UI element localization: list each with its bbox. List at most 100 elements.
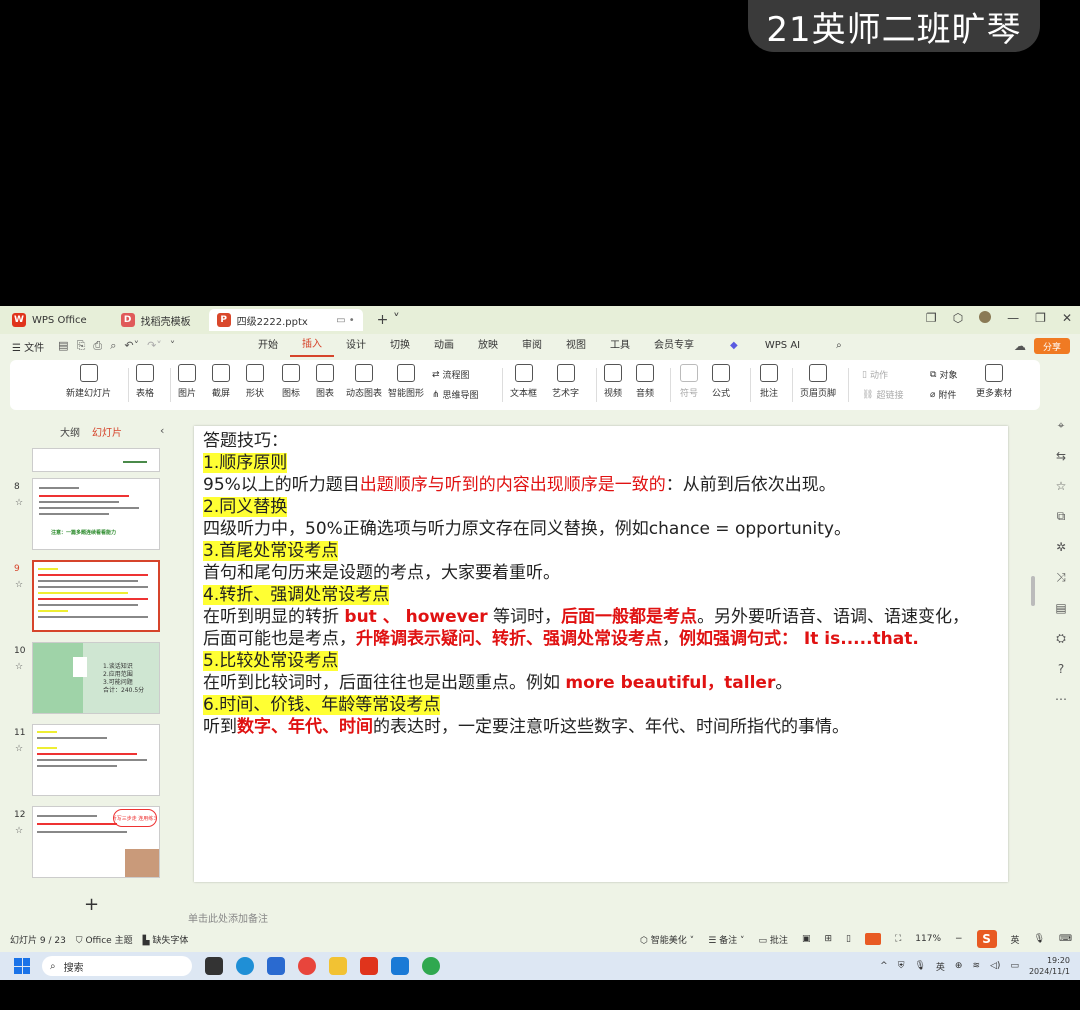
symbol-button[interactable]: 符号 <box>680 364 698 399</box>
reading-view-icon[interactable]: ▯ <box>846 934 851 944</box>
picture-button[interactable]: 图片 <box>178 364 196 399</box>
tab-docer[interactable]: D 找稻壳模板 <box>113 309 199 331</box>
battery-icon[interactable]: ▭ <box>1010 961 1019 971</box>
attachment-button[interactable]: ⌀ 附件 <box>930 388 956 402</box>
icon-button[interactable]: 图标 <box>282 364 300 399</box>
star-icon[interactable]: ☆ <box>15 744 23 754</box>
transition-icon[interactable]: ⤨ <box>1056 570 1066 585</box>
file-menu[interactable]: ☰ 文件 <box>12 339 44 354</box>
action-button[interactable]: ▯ 动作 <box>862 368 888 382</box>
tab-slides[interactable]: 幻灯片 <box>92 424 122 439</box>
normal-view-icon[interactable]: ▣ <box>802 934 811 944</box>
box-icon[interactable]: ⬡ <box>953 311 963 325</box>
add-slide-button[interactable]: + <box>84 894 99 915</box>
tab-outline[interactable]: 大纲 <box>60 424 80 439</box>
help-icon[interactable]: ? <box>1058 662 1064 676</box>
more-icon[interactable]: ⋯ <box>1055 692 1067 706</box>
comments-toggle-button[interactable]: ▭ 批注 <box>759 933 788 946</box>
share-button[interactable]: 分享 <box>1034 338 1070 354</box>
menu-tab[interactable]: 视图 <box>554 334 598 358</box>
tab-close-icon[interactable]: ▭ • <box>336 315 355 326</box>
audio-button[interactable]: 音频 <box>636 364 654 399</box>
sogou-ime-icon[interactable]: S <box>976 930 997 948</box>
shape-button[interactable]: 形状 <box>246 364 264 399</box>
missing-font-indicator[interactable]: ▙ 缺失字体 <box>143 933 189 946</box>
new-tab-plus-icon[interactable]: + ˅ <box>377 312 400 328</box>
cursor-icon[interactable]: ⌖ <box>1058 418 1065 433</box>
object-button[interactable]: ⧉ 对象 <box>930 368 957 382</box>
save-icon[interactable]: ▤ <box>58 339 68 353</box>
star-icon[interactable]: ☆ <box>1056 479 1067 493</box>
ime-tray-icon[interactable]: ⊕ <box>955 961 963 971</box>
maximize-icon[interactable]: ❐ <box>1035 311 1046 325</box>
clock[interactable]: 19:20 2024/11/1 <box>1029 955 1070 977</box>
star-icon[interactable]: ☆ <box>15 580 23 590</box>
volume-icon[interactable]: ◁) <box>990 961 1000 971</box>
wifi-icon[interactable]: ≋ <box>972 961 980 971</box>
file-explorer-icon[interactable] <box>329 957 347 975</box>
undo-icon[interactable]: ↶˅ <box>124 339 139 353</box>
menu-tab[interactable]: 审阅 <box>510 334 554 358</box>
close-icon[interactable]: ✕ <box>1062 311 1072 325</box>
store-icon[interactable] <box>267 957 285 975</box>
export-icon[interactable]: ⎘ <box>77 339 86 353</box>
menu-tab[interactable]: 放映 <box>466 334 510 358</box>
chrome-icon[interactable] <box>298 957 316 975</box>
microphone-icon[interactable]: 🎙 <box>1034 934 1045 944</box>
more-chevron-icon[interactable]: ˅ <box>170 339 176 353</box>
theme-indicator[interactable]: ⛉ Office 主题 <box>76 933 133 946</box>
star-icon[interactable]: ☆ <box>15 498 23 508</box>
edge-browser-icon[interactable] <box>236 957 254 975</box>
print-icon[interactable]: ⎙ <box>93 339 102 353</box>
screenshot-button[interactable]: 截屏 <box>212 364 230 399</box>
notes-toggle-button[interactable]: ☰ 备注 ˅ <box>708 933 744 946</box>
avatar[interactable] <box>979 311 992 323</box>
menu-tab[interactable]: 动画 <box>422 334 466 358</box>
mindmap-button[interactable]: ⋔ 思维导图 <box>432 388 479 402</box>
new-slide-button[interactable]: 新建幻灯片 <box>66 364 111 399</box>
print-preview-icon[interactable]: ⌕ <box>110 339 116 353</box>
sorter-view-icon[interactable]: ⊞ <box>824 934 832 944</box>
star-icon[interactable]: ☆ <box>15 826 23 836</box>
tray-chevron-icon[interactable]: ^ <box>880 961 888 971</box>
beautify-button[interactable]: ⬡ 智能美化 ˅ <box>640 933 694 946</box>
adjust-icon[interactable]: ⇆ <box>1056 449 1066 463</box>
translate-icon[interactable]: ⛭ <box>1056 631 1066 646</box>
slide-thumbnail-12[interactable]: 听写三步走 连用练习 <box>32 806 160 878</box>
chart-button[interactable]: 图表 <box>316 364 334 399</box>
slide-thumbnail-11[interactable] <box>32 724 160 796</box>
animation-icon[interactable]: ✲ <box>1056 540 1066 554</box>
collapse-panel-icon[interactable]: ‹ <box>160 424 164 437</box>
table-button[interactable]: 表格 <box>136 364 154 399</box>
redo-icon[interactable]: ↷˅ <box>147 339 162 353</box>
dynamic-chart-button[interactable]: 动态图表 <box>346 364 382 399</box>
notes-placeholder[interactable]: 单击此处添加备注 <box>188 910 268 925</box>
header-footer-button[interactable]: 页眉页脚 <box>800 364 836 399</box>
formula-button[interactable]: 公式 <box>712 364 730 399</box>
wordart-button[interactable]: 艺术字 <box>552 364 579 399</box>
meeting-app-icon[interactable] <box>391 957 409 975</box>
slide-thumbnail-10[interactable]: 1.谈话知识 2.应用范围 3.可能问题 合计：240.5分 <box>32 642 160 714</box>
vertical-scrollbar[interactable] <box>1031 576 1035 606</box>
zoom-out-icon[interactable]: − <box>955 934 963 944</box>
task-view-icon[interactable] <box>205 957 223 975</box>
slide-thumbnail-8[interactable]: 注意：一篇多题连续看看能力 <box>32 478 160 550</box>
slide-thumbnail-9[interactable] <box>32 560 160 632</box>
more-materials-button[interactable]: 更多素材 <box>976 364 1012 399</box>
menu-tab[interactable]: 工具 <box>598 334 642 358</box>
fit-window-icon[interactable]: ⛶ <box>895 934 901 944</box>
wps-taskbar-icon[interactable] <box>360 957 378 975</box>
comment-button[interactable]: 批注 <box>760 364 778 399</box>
cloud-sync-icon[interactable]: ☁ <box>1014 339 1026 353</box>
menu-tab[interactable]: 设计 <box>334 334 378 358</box>
taskbar-search-box[interactable]: ⌕ 搜索 <box>42 956 192 976</box>
keyboard-icon[interactable]: ⌨ <box>1059 934 1072 944</box>
slide-thumbnail-7[interactable] <box>32 448 160 472</box>
windows-start-icon[interactable] <box>14 958 30 974</box>
wps-ai-button[interactable]: ◆ WPS AI <box>706 334 824 358</box>
tab-wps-office[interactable]: W WPS Office <box>4 309 95 331</box>
slide-canvas[interactable]: 答题技巧： 1.顺序原则 95%以上的听力题目出题顺序与听到的内容出现顺序是一致… <box>194 426 1008 882</box>
star-icon[interactable]: ☆ <box>15 662 23 672</box>
shield-icon[interactable]: ⛨ <box>898 961 905 971</box>
video-button[interactable]: 视频 <box>604 364 622 399</box>
